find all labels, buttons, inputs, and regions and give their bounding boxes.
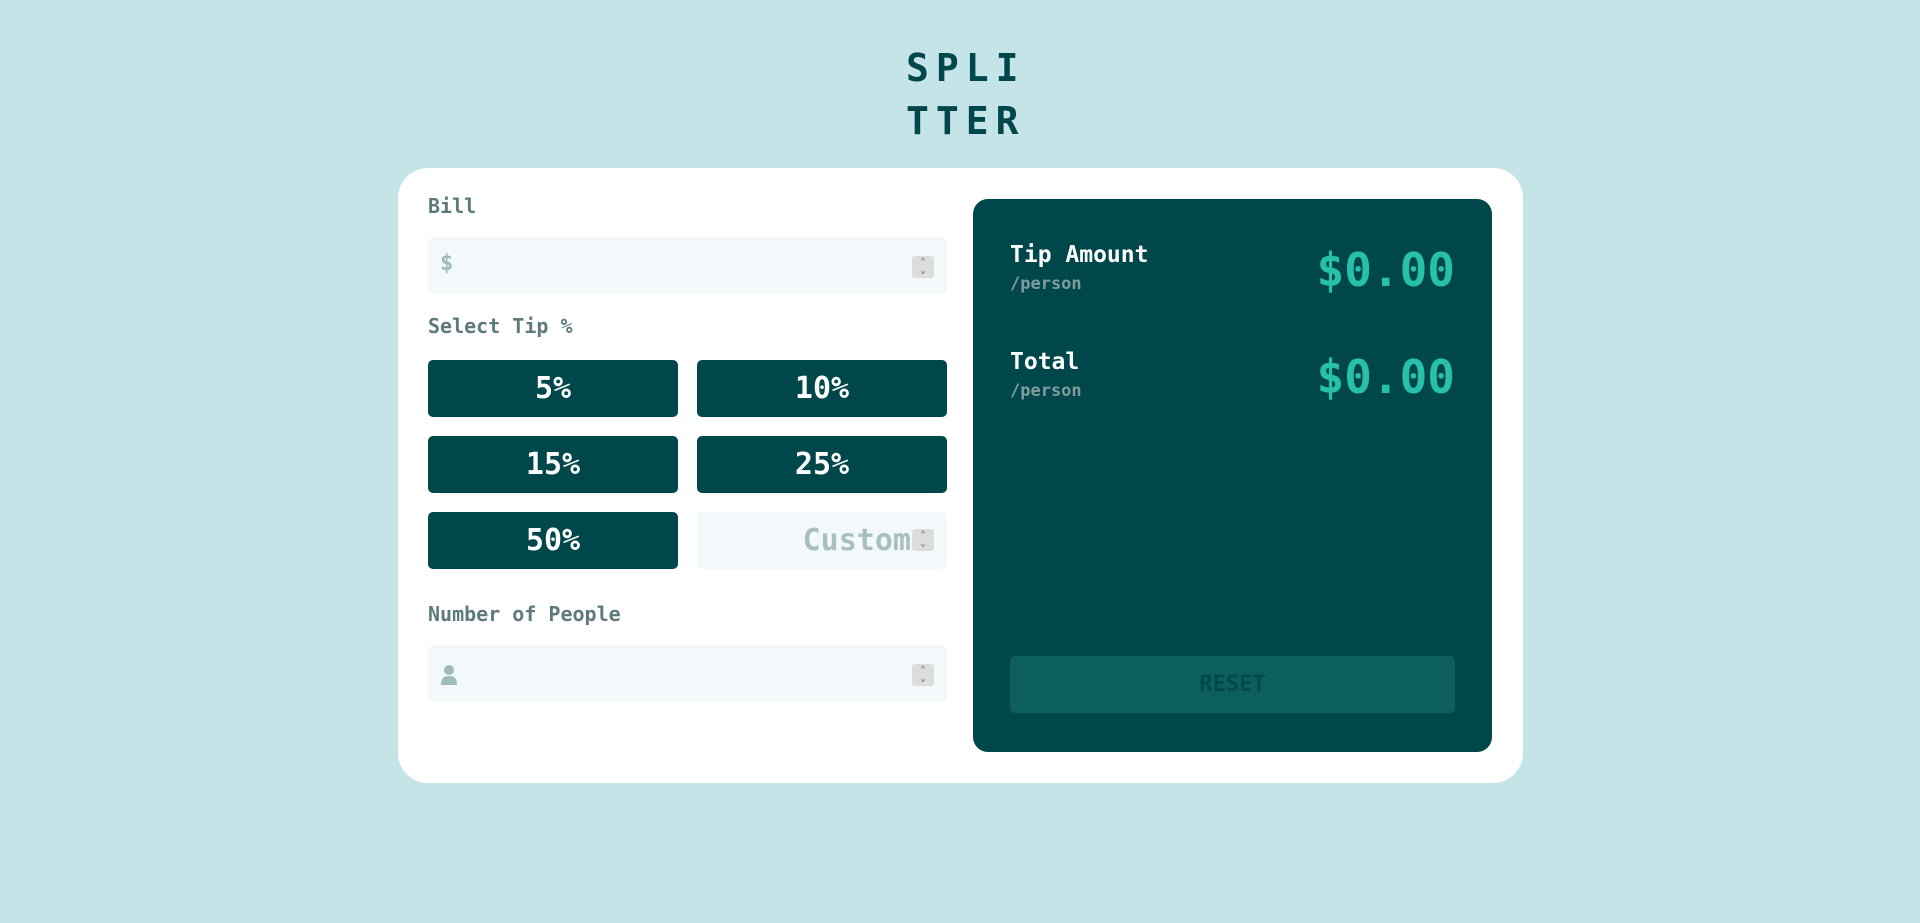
people-label: Number of People xyxy=(428,602,621,626)
people-input[interactable]: ⌃ ⌄ xyxy=(428,645,947,702)
result-panel: Tip Amount /person $0.00 Total /person $… xyxy=(973,199,1492,752)
tip-button-15[interactable]: 15% xyxy=(428,436,678,493)
logo-line-2: TTER xyxy=(906,99,1026,143)
dollar-icon: $ xyxy=(440,251,454,276)
select-tip-label: Select Tip % xyxy=(428,314,573,338)
spinner-arrows-icon[interactable]: ⌃ ⌄ xyxy=(912,256,934,278)
logo-line-1: SPLI xyxy=(906,46,1026,90)
tip-amount-sub: /person xyxy=(1010,274,1082,294)
app-logo: SPLI TTER xyxy=(906,42,1026,148)
calculator-card: Bill $ ⌃ ⌄ Select Tip % 5% 10% 15% 25% 50… xyxy=(398,168,1523,783)
tip-button-10[interactable]: 10% xyxy=(697,360,947,417)
tip-amount-value: $0.00 xyxy=(1316,243,1455,297)
total-value: $0.00 xyxy=(1316,350,1455,404)
bill-label: Bill xyxy=(428,194,477,218)
tip-button-50[interactable]: 50% xyxy=(428,512,678,569)
custom-tip-input[interactable]: Custom ⌃ ⌄ xyxy=(697,512,947,569)
spinner-arrows-icon[interactable]: ⌃ ⌄ xyxy=(912,664,934,686)
reset-button[interactable]: RESET xyxy=(1010,656,1455,713)
total-sub: /person xyxy=(1010,381,1082,401)
custom-tip-placeholder: Custom xyxy=(802,523,911,558)
total-title: Total xyxy=(1010,349,1080,375)
tip-button-25[interactable]: 25% xyxy=(697,436,947,493)
tip-amount-title: Tip Amount xyxy=(1010,242,1149,268)
tip-button-5[interactable]: 5% xyxy=(428,360,678,417)
bill-input[interactable]: $ ⌃ ⌄ xyxy=(428,237,947,294)
person-icon xyxy=(441,665,457,685)
spinner-arrows-icon[interactable]: ⌃ ⌄ xyxy=(912,529,934,551)
